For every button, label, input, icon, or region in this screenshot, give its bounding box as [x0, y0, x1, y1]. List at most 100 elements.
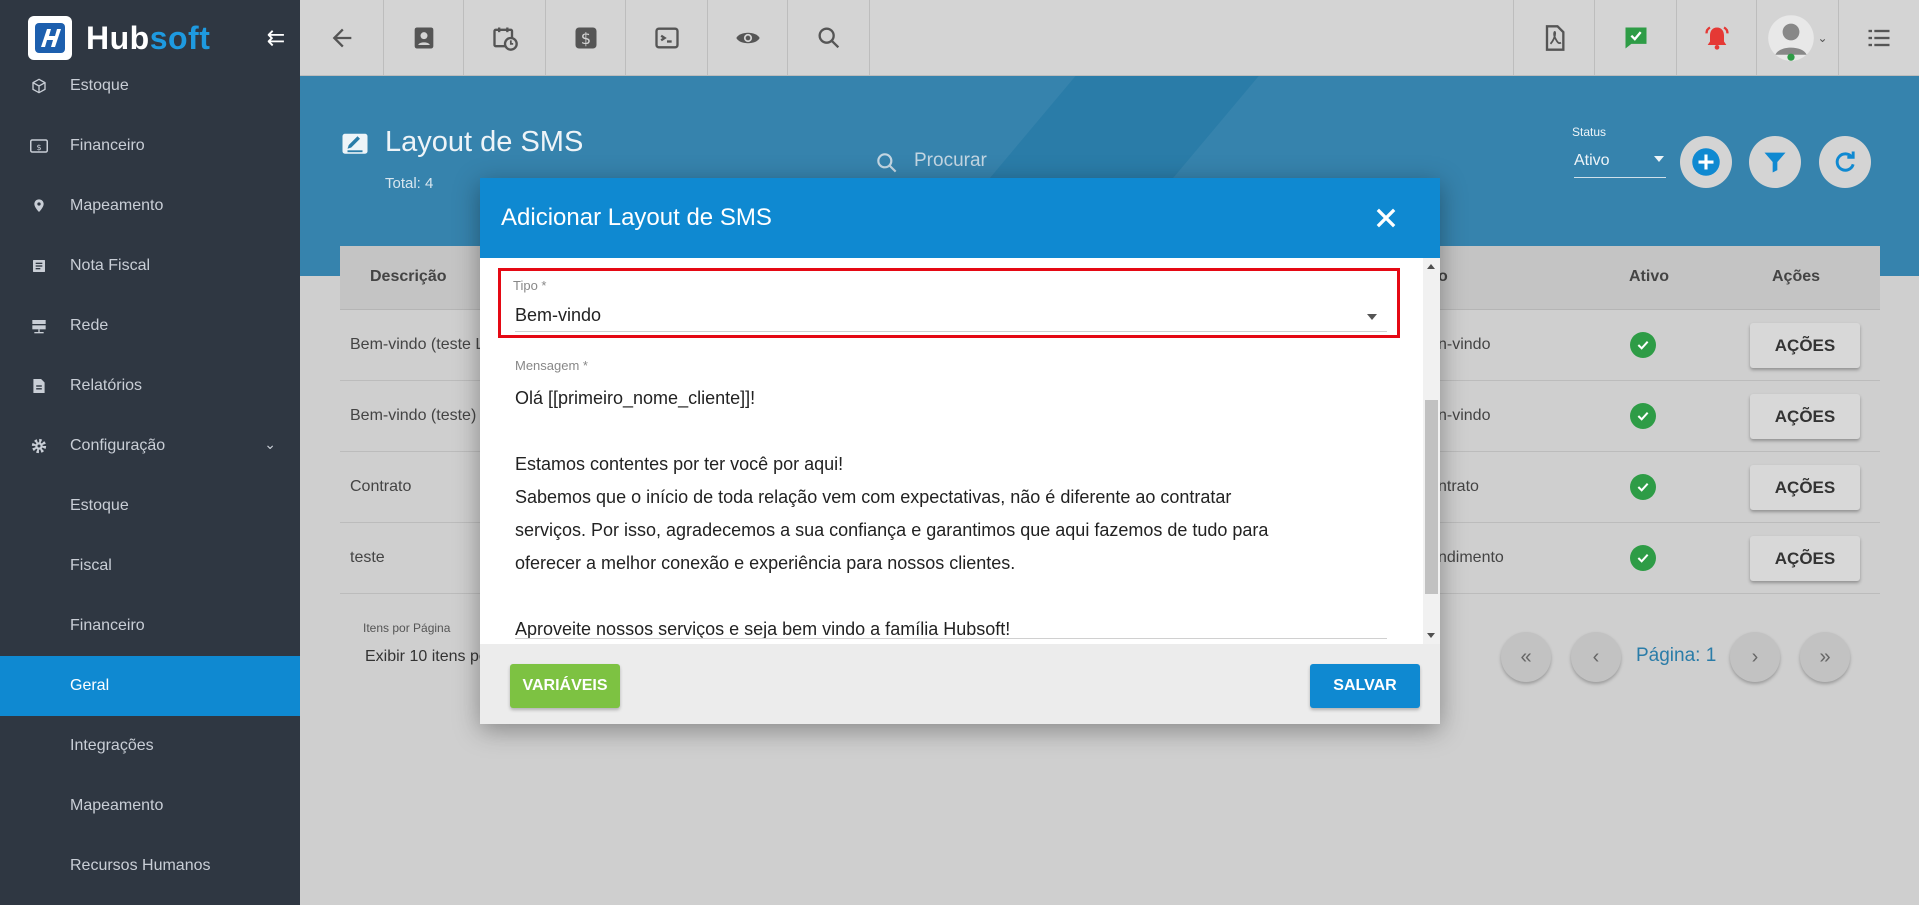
sidebar-subitem-estoque[interactable]: Estoque: [0, 476, 300, 536]
sidebar-item-relatorios[interactable]: Relatórios: [0, 356, 300, 416]
actions-button[interactable]: AÇÕES: [1750, 394, 1860, 439]
double-chevron-right-icon: »: [1819, 645, 1831, 668]
caret-down-icon: [1367, 314, 1377, 320]
tipo-value: Bem-vindo: [515, 305, 602, 325]
dialog-title: Adicionar Layout de SMS: [501, 204, 772, 231]
terminal-icon: [654, 27, 679, 49]
sidebar-item-rede[interactable]: Rede: [0, 296, 300, 356]
collapse-sidebar-icon[interactable]: ⇇: [262, 24, 290, 52]
items-per-page-select[interactable]: Exibir 10 itens pe: [365, 648, 488, 666]
chevron-down-icon: ⌄: [264, 436, 276, 452]
sidebar-item-mapeamento[interactable]: Mapeamento: [0, 176, 300, 236]
sidebar-item-configuracao[interactable]: Configuração ⌄: [0, 416, 300, 476]
save-button[interactable]: SALVAR: [1310, 664, 1420, 708]
last-page-button[interactable]: »: [1800, 632, 1850, 682]
sms-edit-icon: [342, 133, 368, 154]
sidebar-item-label: Configuração: [70, 437, 166, 454]
first-page-button[interactable]: «: [1501, 632, 1551, 682]
previous-page-button[interactable]: ‹: [1571, 632, 1621, 682]
mensagem-textarea[interactable]: Olá [[primeiro_nome_cliente]]! Estamos c…: [515, 382, 1395, 644]
sidebar-subitem-label: Recursos Humanos: [70, 857, 211, 874]
logo-hub: Hub: [86, 19, 150, 56]
sidebar-item-label: Mapeamento: [70, 197, 164, 214]
contacts-button[interactable]: [384, 0, 464, 76]
report-icon: [30, 377, 48, 395]
dollar-icon: $: [575, 27, 596, 49]
caret-down-icon: [1654, 156, 1664, 162]
tipo-underline: [515, 331, 1387, 332]
chevron-left-icon: ‹: [1592, 645, 1600, 668]
active-check-icon: [1630, 403, 1656, 429]
hubsoft-logo-text: Hubsoft: [86, 20, 210, 57]
close-icon[interactable]: [1372, 204, 1400, 232]
actions-button[interactable]: AÇÕES: [1750, 323, 1860, 368]
eye-icon: [735, 32, 760, 44]
add-button[interactable]: [1680, 136, 1732, 188]
tipo-select[interactable]: Tipo * Bem-vindo: [498, 268, 1400, 338]
back-icon: [332, 28, 351, 48]
actions-button[interactable]: AÇÕES: [1750, 465, 1860, 510]
search-button[interactable]: [788, 0, 870, 76]
document-list-icon: [30, 257, 48, 275]
calendar-button[interactable]: [464, 0, 546, 76]
pdf-icon: [1545, 25, 1565, 51]
refresh-icon: [1835, 151, 1855, 172]
terminal-button[interactable]: [626, 0, 708, 76]
cell-tipo: n-vindo: [1438, 407, 1491, 424]
column-header-ativo[interactable]: Ativo: [1629, 268, 1669, 286]
sidebar-subitem-mapeamento[interactable]: Mapeamento: [0, 776, 300, 836]
user-menu-button[interactable]: ⌄: [1757, 0, 1839, 76]
dialog-header: Adicionar Layout de SMS: [480, 178, 1440, 258]
sidebar-subitem-integracoes[interactable]: Integrações: [0, 716, 300, 776]
sidebar-item-estoque[interactable]: Estoque: [0, 76, 300, 116]
sidebar-subitem-label: Estoque: [70, 497, 129, 514]
scroll-up-arrow[interactable]: [1427, 264, 1435, 269]
menu-list-icon: [1868, 29, 1890, 47]
sidebar-item-nota-fiscal[interactable]: Nota Fiscal: [0, 236, 300, 296]
column-header-descricao[interactable]: Descrição: [370, 268, 447, 286]
double-chevron-left-icon: «: [1520, 645, 1532, 668]
sidebar-item-financeiro[interactable]: $ Financeiro: [0, 116, 300, 176]
sidebar-item-label: Relatórios: [70, 377, 143, 394]
alerts-button[interactable]: [1677, 0, 1757, 76]
chevron-right-icon: ›: [1751, 645, 1759, 668]
server-icon: [30, 317, 48, 335]
sidebar-item-label: Financeiro: [70, 137, 145, 154]
refresh-button[interactable]: [1819, 136, 1871, 188]
next-page-button[interactable]: ›: [1730, 632, 1780, 682]
filter-button[interactable]: [1749, 136, 1801, 188]
tasks-button[interactable]: [1595, 0, 1677, 76]
gear-icon: [30, 437, 48, 455]
top-bar: Hubsoft ⇇ $ ⌄: [0, 0, 1919, 76]
svg-text:$: $: [36, 142, 41, 152]
scroll-down-arrow[interactable]: [1427, 633, 1435, 638]
dialog-scrollbar[interactable]: [1423, 258, 1440, 644]
sidebar-subitem-financeiro[interactable]: Financeiro: [0, 596, 300, 656]
scroll-thumb[interactable]: [1425, 400, 1438, 594]
finance-button[interactable]: $: [546, 0, 626, 76]
sidebar-item-label: Nota Fiscal: [70, 257, 151, 274]
cell-descricao: Bem-vindo (teste): [350, 407, 477, 424]
variables-button[interactable]: VARIÁVEIS: [510, 664, 620, 708]
sidebar-subitem-label: Financeiro: [70, 617, 145, 634]
status-filter-label: Status: [1572, 125, 1607, 139]
page-title: Layout de SMS: [385, 126, 584, 158]
actions-button[interactable]: AÇÕES: [1750, 536, 1860, 581]
dialog-footer: VARIÁVEIS SALVAR: [480, 644, 1440, 724]
view-button[interactable]: [708, 0, 788, 76]
back-button[interactable]: [300, 0, 384, 76]
status-filter-select[interactable]: Ativo: [1574, 152, 1666, 178]
sidebar-subitem-fiscal[interactable]: Fiscal: [0, 536, 300, 596]
dialog-body: Tipo * Bem-vindo Mensagem * Olá [[primei…: [480, 258, 1440, 644]
sidebar-subitem-recursos-humanos[interactable]: Recursos Humanos: [0, 836, 300, 896]
cell-tipo: n-vindo: [1438, 336, 1491, 353]
search-input[interactable]: Procurar: [914, 150, 987, 172]
search-icon: [877, 153, 897, 173]
sidebar-subitem-geral[interactable]: Geral: [0, 656, 300, 716]
sidebar-subitem-label: Fiscal: [70, 557, 112, 574]
main-menu-button[interactable]: [1839, 0, 1919, 76]
calendar-clock-icon: [492, 27, 518, 51]
sidebar-subitem-label: Integrações: [70, 737, 154, 754]
sidebar-item-label: Rede: [70, 317, 109, 334]
pdf-button[interactable]: [1513, 0, 1595, 76]
